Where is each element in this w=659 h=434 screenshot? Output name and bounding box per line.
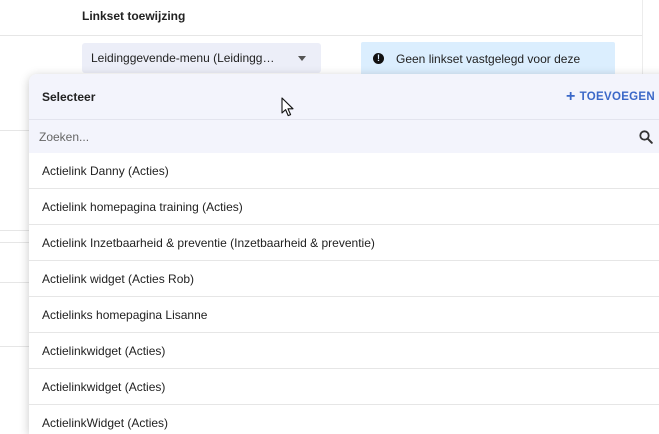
- list-item[interactable]: Actielinkwidget (Acties): [29, 369, 659, 405]
- list-item[interactable]: Actielinks homepagina Lisanne: [29, 297, 659, 333]
- plus-icon: +: [566, 87, 576, 105]
- add-button-label: TOEVOEGEN: [579, 90, 655, 103]
- dropdown-header: Selecteer + TOEVOEGEN: [29, 74, 659, 119]
- dropdown-title: Selecteer: [42, 89, 96, 104]
- info-alert-text: Geen linkset vastgelegd voor deze: [396, 52, 581, 66]
- add-button[interactable]: + TOEVOEGEN: [566, 87, 655, 105]
- linkset-select-value: Leidinggevende-menu (Leidingg…: [91, 51, 275, 65]
- list-item[interactable]: Actielink Inzetbaarheid & preventie (Inz…: [29, 225, 659, 261]
- dropdown-search-row: [29, 119, 659, 153]
- dropdown-list: Actielink Danny (Acties) Actielink homep…: [29, 153, 659, 434]
- chevron-down-icon[interactable]: [298, 55, 306, 61]
- list-item[interactable]: Actielink Danny (Acties): [29, 153, 659, 189]
- background-divider: [0, 282, 30, 283]
- select-dropdown-panel: Selecteer + TOEVOEGEN Actielink Danny (A…: [29, 74, 659, 434]
- info-icon: !: [373, 52, 384, 64]
- linkset-section-title: Linkset toewijzing: [82, 9, 186, 23]
- background-divider: [0, 130, 30, 131]
- background-divider: [0, 35, 642, 36]
- background-divider: [0, 346, 30, 347]
- list-item[interactable]: Actielink homepagina training (Acties): [29, 189, 659, 225]
- list-item[interactable]: Actielink widget (Acties Rob): [29, 261, 659, 297]
- search-icon[interactable]: [639, 129, 653, 144]
- mouse-cursor-icon: [281, 97, 294, 117]
- background-divider: [0, 230, 30, 231]
- linkset-select[interactable]: Leidinggevende-menu (Leidingg…: [82, 43, 321, 73]
- list-item[interactable]: Actielinkwidget (Acties): [29, 333, 659, 369]
- background-divider: [0, 242, 30, 243]
- list-item[interactable]: ActielinkWidget (Acties): [29, 405, 659, 434]
- info-alert: ! Geen linkset vastgelegd voor deze: [361, 42, 615, 76]
- search-input[interactable]: [39, 129, 639, 144]
